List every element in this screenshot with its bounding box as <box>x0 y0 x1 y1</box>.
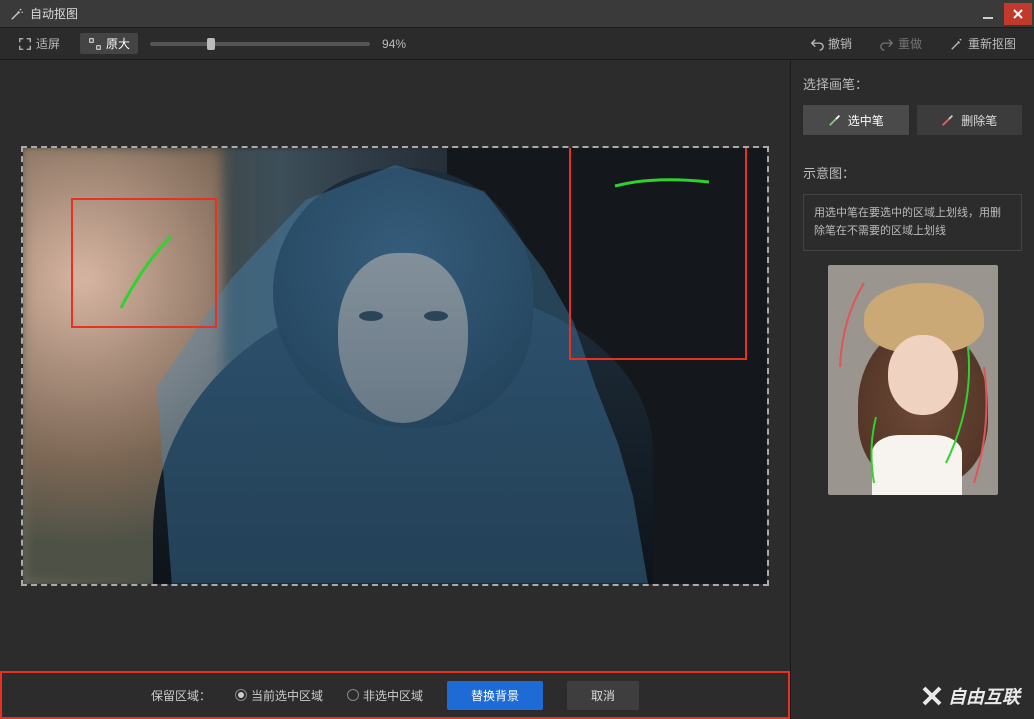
side-panel: 选择画笔： 选中笔 删除笔 示意图： 用选中笔在要选中的区域上划线，用删除笔在不… <box>790 60 1034 719</box>
close-button[interactable] <box>1004 3 1032 25</box>
select-brush-label: 选中笔 <box>848 112 884 129</box>
delete-brush-icon <box>941 113 955 127</box>
redo-label: 重做 <box>898 35 922 52</box>
example-section-title: 示意图： <box>803 163 1022 182</box>
undo-icon <box>810 37 824 51</box>
replace-background-button[interactable]: 替换背景 <box>447 681 543 710</box>
hint-text: 用选中笔在要选中的区域上划线，用删除笔在不需要的区域上划线 <box>803 194 1022 251</box>
zoom-percent: 94% <box>382 37 422 51</box>
delete-brush-button[interactable]: 删除笔 <box>917 105 1023 135</box>
close-icon <box>1012 8 1024 20</box>
select-brush-icon <box>828 113 842 127</box>
original-icon <box>88 37 102 51</box>
radio-dot-icon <box>235 689 247 701</box>
example-select-stroke-2 <box>862 415 886 485</box>
zoom-slider-thumb[interactable] <box>207 38 215 50</box>
radio-current-label: 当前选中区域 <box>251 687 323 704</box>
radio-non-selection[interactable]: 非选中区域 <box>347 687 423 704</box>
recut-label: 重新抠图 <box>968 35 1016 52</box>
example-select-stroke-1 <box>938 345 978 465</box>
undo-button[interactable]: 撤销 <box>802 33 860 54</box>
recut-icon <box>950 37 964 51</box>
watermark-icon <box>920 684 944 708</box>
select-brush-button[interactable]: 选中笔 <box>803 105 909 135</box>
fit-screen-button[interactable]: 适屏 <box>10 33 68 54</box>
radio-current-selection[interactable]: 当前选中区域 <box>235 687 323 704</box>
bottom-bar: 保留区域： 当前选中区域 非选中区域 替换背景 取消 <box>0 671 790 719</box>
recut-button[interactable]: 重新抠图 <box>942 33 1024 54</box>
delete-brush-label: 删除笔 <box>961 112 997 129</box>
brush-section-title: 选择画笔： <box>803 74 1022 93</box>
redo-button[interactable]: 重做 <box>872 33 930 54</box>
minimize-button[interactable] <box>974 3 1002 25</box>
radio-non-label: 非选中区域 <box>363 687 423 704</box>
example-delete-stroke-1 <box>834 279 874 369</box>
undo-label: 撤销 <box>828 35 852 52</box>
select-stroke-2 <box>613 172 713 192</box>
example-image <box>828 265 998 495</box>
canvas[interactable] <box>21 146 769 586</box>
original-size-button[interactable]: 原大 <box>80 33 138 54</box>
radio-dot-icon <box>347 689 359 701</box>
keep-area-label: 保留区域： <box>151 687 211 704</box>
cancel-button[interactable]: 取消 <box>567 681 639 710</box>
fit-label: 适屏 <box>36 35 60 52</box>
window-title: 自动抠图 <box>30 5 974 22</box>
select-stroke-1 <box>111 228 191 318</box>
watermark: 自由互联 <box>920 683 1020 709</box>
wand-icon <box>10 7 24 21</box>
zoom-slider[interactable] <box>150 42 370 46</box>
watermark-text: 自由互联 <box>948 683 1020 709</box>
original-label: 原大 <box>106 35 130 52</box>
redo-icon <box>880 37 894 51</box>
fit-icon <box>18 37 32 51</box>
toolbar: 适屏 原大 94% 撤销 重做 重新抠图 <box>0 28 1034 60</box>
minimize-icon <box>982 8 994 20</box>
